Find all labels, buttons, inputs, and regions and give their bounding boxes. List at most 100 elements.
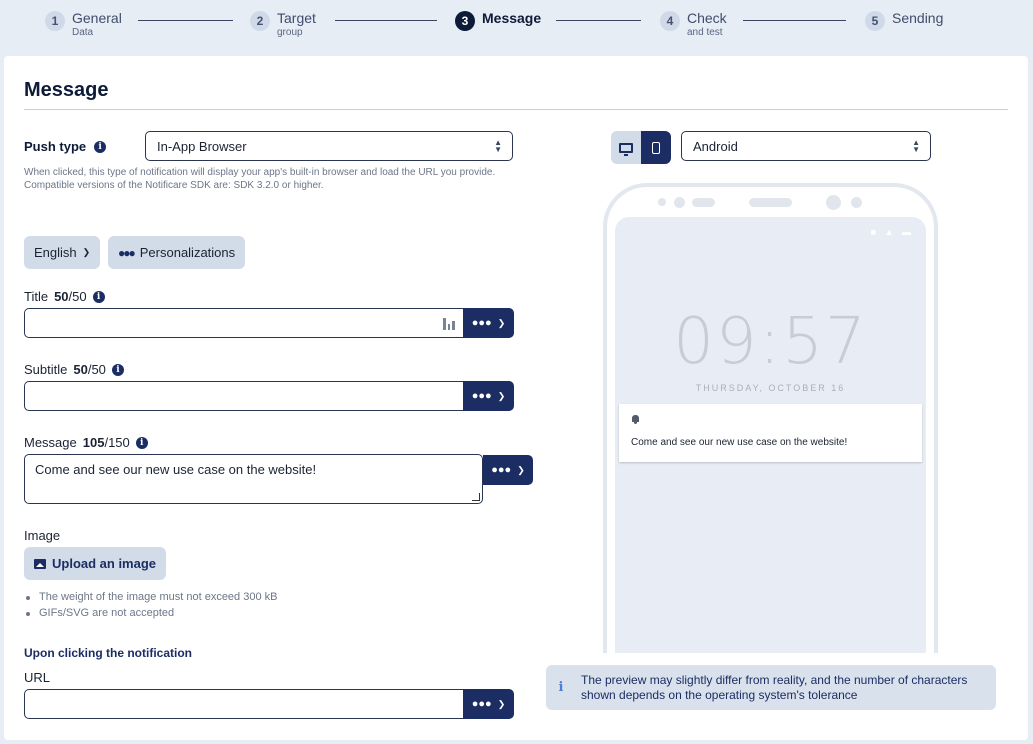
click-action-title: Upon clicking the notification: [24, 646, 192, 660]
upload-image-button[interactable]: Upload an image: [24, 547, 167, 580]
info-icon[interactable]: i: [111, 363, 124, 376]
status-bar-icons: ■ ▲ ▬: [870, 227, 914, 237]
message-card: Message Push type i In-App Browser ▲ ▼ Wh…: [4, 56, 1028, 740]
step-connector: [335, 20, 437, 21]
step-general[interactable]: 1 General Data: [45, 11, 122, 38]
step-label: Message: [482, 10, 542, 26]
step-number: 1: [45, 11, 65, 31]
chevron-down-icon: ❯: [497, 698, 506, 709]
url-input-row: ●●● ❯: [24, 689, 514, 719]
people-icon: ●●●: [471, 390, 492, 402]
notification-preview: Come and see our new use case on the web…: [619, 404, 922, 462]
step-connector: [138, 20, 233, 21]
step-label: Target: [277, 10, 316, 26]
push-type-label: Push type i: [24, 139, 107, 154]
message-label: Message 105/150 i: [24, 435, 148, 450]
title-input[interactable]: [24, 308, 463, 338]
message-count: 105: [82, 435, 105, 450]
step-number: 4: [660, 11, 680, 31]
step-number: 5: [865, 11, 885, 31]
lockscreen-time: 09:57: [673, 305, 868, 379]
preview-disclaimer: i The preview may slightly differ from r…: [546, 665, 996, 710]
mobile-preview-button[interactable]: [641, 131, 671, 164]
platform-value: Android: [693, 138, 738, 154]
device-toggle: [611, 131, 671, 164]
step-check[interactable]: 4 Check and test: [660, 11, 727, 38]
step-sending[interactable]: 5 Sending: [865, 11, 943, 31]
message-personalization-button[interactable]: ●●● ❯: [483, 455, 533, 485]
step-label: Check: [687, 10, 727, 26]
info-icon: i: [558, 680, 564, 695]
subtitle-label: Subtitle 50/50 i: [24, 362, 124, 377]
subtitle-max: /50: [87, 362, 106, 377]
step-label: Sending: [892, 10, 944, 26]
title-counter: 50/50: [54, 289, 87, 304]
url-input[interactable]: [24, 689, 463, 719]
page-title: Message: [24, 79, 109, 101]
phone-bezel: [607, 187, 934, 217]
desktop-preview-button[interactable]: [611, 131, 641, 164]
message-max: /150: [104, 435, 130, 450]
phone-screen: ■ ▲ ▬ 09:57 THURSDAY, OCTOBER 16 Come an…: [615, 217, 926, 653]
resize-handle-icon[interactable]: [472, 493, 480, 501]
message-value: Come and see our new use case on the web…: [35, 462, 317, 477]
info-icon[interactable]: i: [92, 290, 105, 303]
title-label: Title 50/50 i: [24, 289, 105, 304]
step-number: 2: [250, 11, 270, 31]
people-icon: ●●●: [491, 464, 512, 476]
subtitle-counter: 50/50: [73, 362, 106, 377]
url-label: URL: [24, 670, 51, 685]
title-label-text: Title: [24, 289, 49, 304]
chevron-down-icon: ❯: [82, 247, 91, 257]
step-connector: [556, 20, 641, 21]
url-personalization-button[interactable]: ●●● ❯: [463, 689, 514, 719]
image-rules: The weight of the image must not exceed …: [24, 589, 277, 621]
platform-select[interactable]: Android ▲ ▼: [681, 131, 931, 161]
list-item: GIFs/SVG are not accepted: [24, 605, 277, 621]
lockscreen-date: THURSDAY, OCTOBER 16: [695, 383, 846, 393]
personalizations-label: Personalizations: [139, 245, 236, 260]
chevron-down-icon: ❯: [497, 317, 506, 328]
chevron-down-icon: ❯: [517, 464, 525, 475]
divider: [24, 109, 1008, 110]
language-value: English: [34, 245, 77, 260]
step-label: General: [72, 10, 122, 26]
emoji-icon[interactable]: [443, 316, 456, 330]
wizard-stepper: 1 General Data 2 Target group 3 Message 4 …: [0, 0, 1033, 48]
message-textarea[interactable]: Come and see our new use case on the web…: [24, 454, 483, 504]
desktop-icon: [619, 142, 633, 156]
subtitle-input[interactable]: [24, 381, 463, 411]
step-target[interactable]: 2 Target group: [250, 11, 316, 38]
subtitle-count: 50: [73, 362, 88, 377]
people-icon: ●●●: [118, 245, 136, 260]
chevron-down-icon: ❯: [497, 390, 506, 401]
info-icon[interactable]: i: [94, 140, 107, 153]
step-sublabel: Data: [72, 27, 94, 38]
image-icon: [34, 558, 46, 569]
personalizations-button[interactable]: ●●● Personalizations: [108, 236, 246, 269]
push-type-help: When clicked, this type of notification …: [24, 167, 496, 191]
step-message[interactable]: 3 Message: [455, 11, 541, 31]
title-input-row: ●●● ❯: [24, 308, 514, 338]
phone-preview: ■ ▲ ▬ 09:57 THURSDAY, OCTOBER 16 Come an…: [603, 183, 938, 653]
mobile-icon: [652, 141, 660, 154]
people-icon: ●●●: [471, 317, 492, 329]
select-caret-icon: ▲ ▼: [494, 138, 502, 154]
push-type-value: In-App Browser: [157, 138, 247, 154]
message-counter: 105/150: [83, 435, 130, 450]
title-personalization-button[interactable]: ●●● ❯: [463, 308, 514, 338]
upload-image-label: Upload an image: [52, 556, 157, 571]
people-icon: ●●●: [471, 698, 492, 710]
push-type-select[interactable]: In-App Browser ▲ ▼: [145, 131, 513, 161]
title-count: 50: [54, 289, 69, 304]
info-icon[interactable]: i: [135, 436, 148, 449]
step-sublabel: and test: [687, 27, 723, 38]
push-type-label-text: Push type: [24, 139, 87, 154]
subtitle-input-row: ●●● ❯: [24, 381, 514, 411]
message-label-text: Message: [24, 435, 77, 450]
language-dropdown[interactable]: English ❯: [24, 236, 101, 269]
image-label: Image: [24, 528, 61, 543]
bell-icon: [632, 415, 639, 424]
subtitle-personalization-button[interactable]: ●●● ❯: [463, 381, 514, 411]
step-connector: [743, 20, 846, 21]
